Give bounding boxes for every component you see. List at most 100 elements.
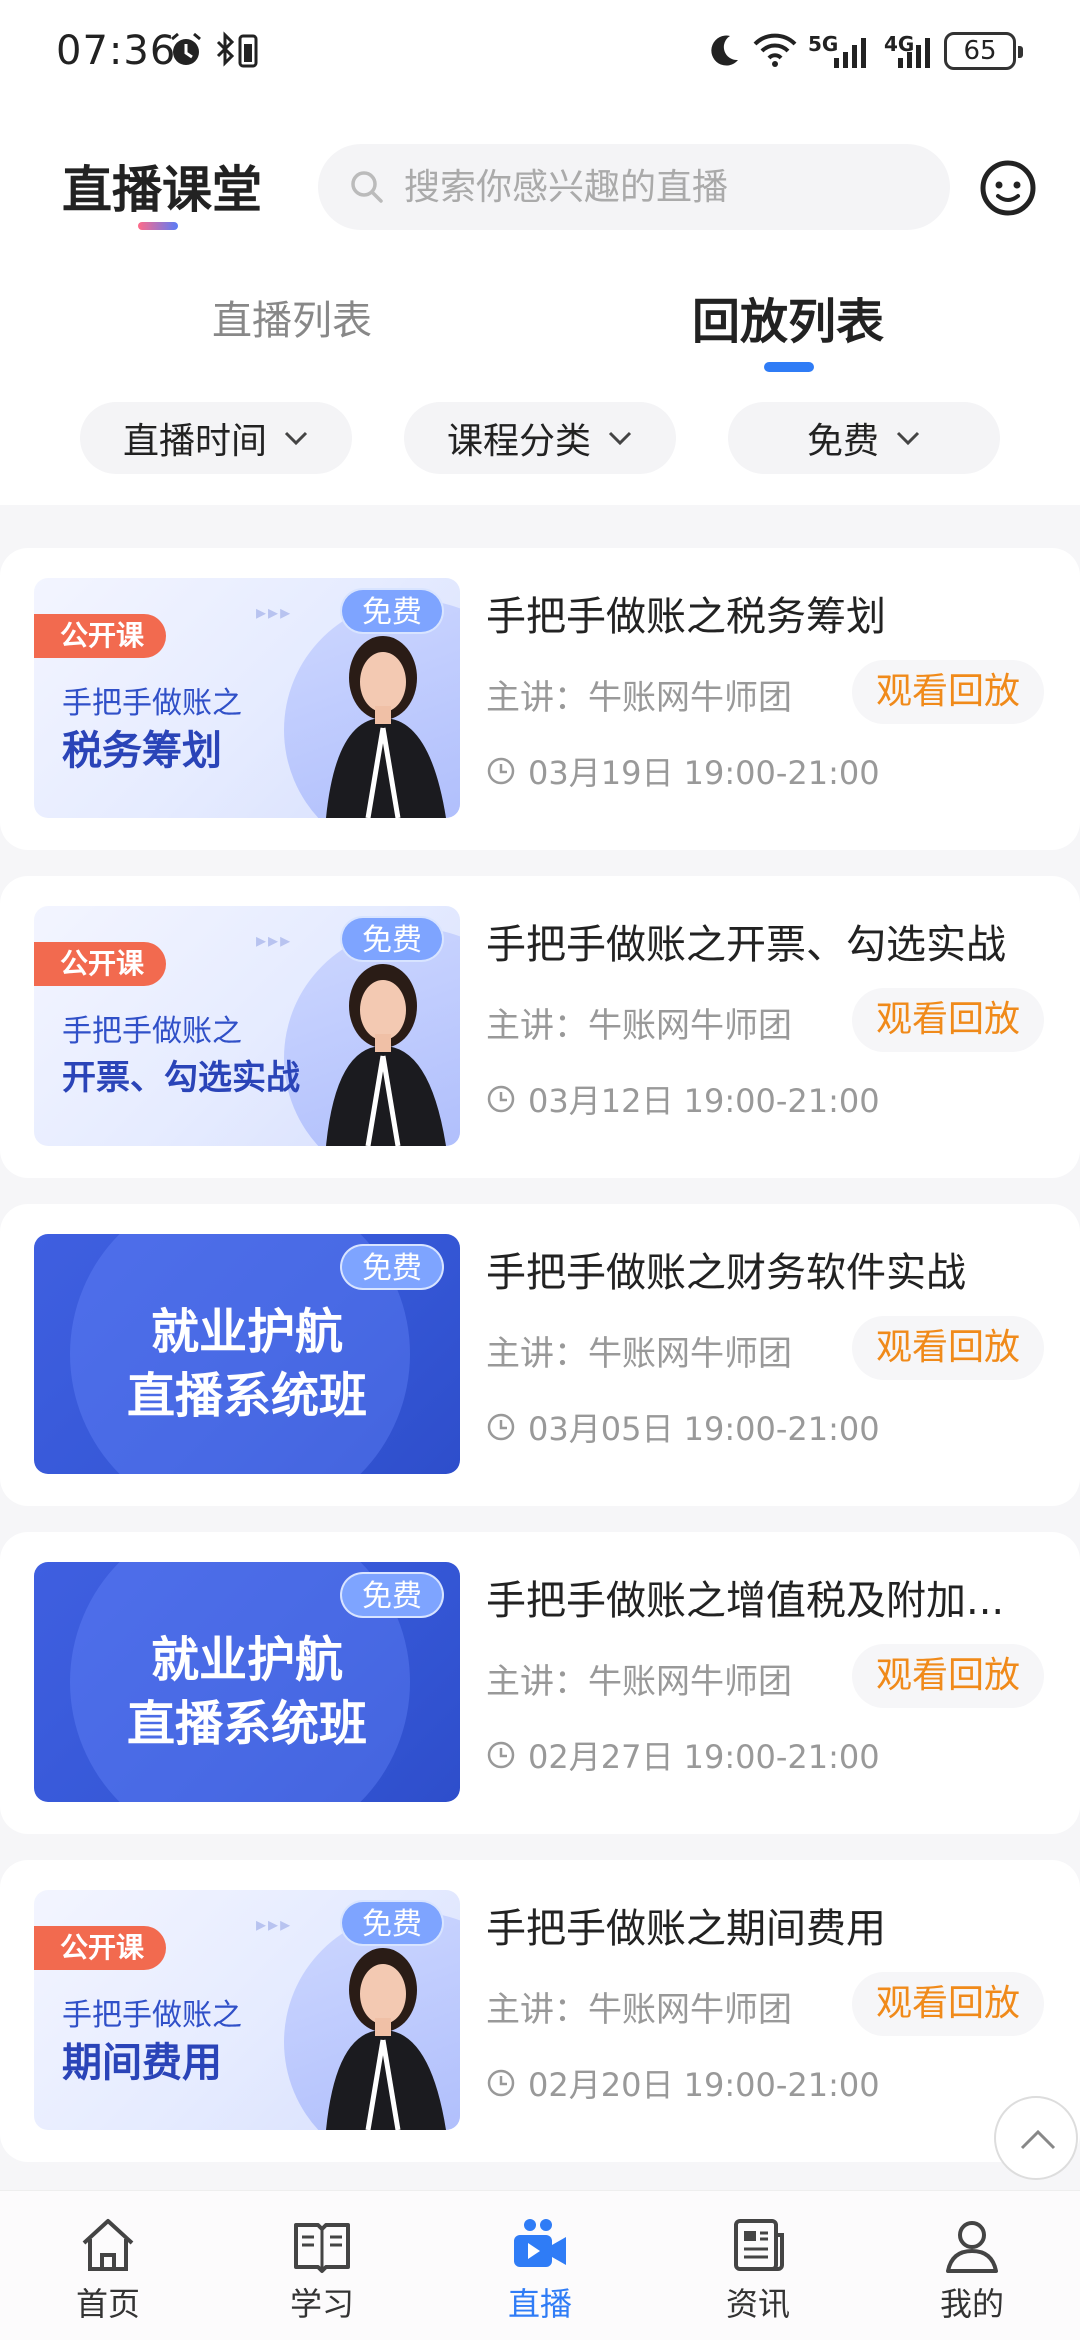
clock-icon xyxy=(487,1413,515,1441)
search-box[interactable] xyxy=(318,144,950,230)
free-badge: 免费 xyxy=(340,916,444,962)
nav-profile[interactable]: 我的 xyxy=(912,2213,1032,2325)
nav-label: 我的 xyxy=(939,2285,1004,2323)
course-time: 02月27日 19:00-21:00 xyxy=(528,1738,880,1776)
free-badge: 免费 xyxy=(340,588,444,634)
live-camera-icon xyxy=(514,2219,566,2267)
clock-icon xyxy=(487,1741,515,1769)
thumb-decoration: ▸▸▸ xyxy=(256,928,293,952)
nav-news[interactable]: 资讯 xyxy=(698,2213,818,2325)
chevron-down-icon xyxy=(896,431,920,446)
course-speaker: 主讲：牛账网牛师团 xyxy=(486,1990,792,2030)
thumb-main-title: 开票、勾选实战 xyxy=(62,1058,300,1098)
do-not-disturb-moon-icon xyxy=(711,35,738,66)
watch-replay-button[interactable]: 观看回放 xyxy=(852,1316,1044,1380)
course-title: 手把手做账之期间费用 xyxy=(486,1906,886,1952)
open-class-badge: 公开课 xyxy=(34,614,167,658)
course-speaker: 主讲：牛账网牛师团 xyxy=(486,678,792,718)
thumb-decoration: ▸▸▸ xyxy=(256,600,293,624)
course-thumbnail[interactable]: 就业护航 直播系统班 免费 xyxy=(34,1562,460,1802)
course-thumbnail[interactable]: ▸▸▸ 公开课 手把手做账之 期间费用 免费 xyxy=(34,1890,460,2130)
thumb-banner-line2: 直播系统班 xyxy=(126,1368,367,1424)
filter-course-category[interactable]: 课程分类 xyxy=(404,402,676,474)
course-thumbnail[interactable]: ▸▸▸ 公开课 手把手做账之 税务筹划 免费 xyxy=(34,578,460,818)
course-card[interactable]: ▸▸▸ 公开课 手把手做账之 开票、勾选实战 免费 手把手做账之开票、勾选实战 … xyxy=(0,876,1080,1178)
course-thumbnail[interactable]: ▸▸▸ 公开课 手把手做账之 开票、勾选实战 免费 xyxy=(34,906,460,1146)
thumb-main-title: 期间费用 xyxy=(62,2040,222,2086)
book-icon xyxy=(294,2223,350,2273)
tab-active-indicator xyxy=(764,362,814,372)
nav-live[interactable]: 直播 xyxy=(480,2213,600,2325)
filter-label: 免费 xyxy=(806,421,879,462)
course-time: 03月19日 19:00-21:00 xyxy=(528,754,880,792)
customer-service-icon[interactable] xyxy=(978,158,1038,218)
thumb-subtitle: 手把手做账之 xyxy=(62,1998,242,2033)
news-icon xyxy=(734,2219,784,2271)
nav-study[interactable]: 学习 xyxy=(262,2213,382,2325)
filter-price[interactable]: 免费 xyxy=(728,402,1000,474)
watch-replay-button[interactable]: 观看回放 xyxy=(852,1972,1044,2036)
course-time: 02月20日 19:00-21:00 xyxy=(528,2066,880,2104)
nav-label: 首页 xyxy=(75,2285,140,2323)
page-title: 直播课堂 xyxy=(62,161,262,219)
chevron-down-icon xyxy=(284,431,308,446)
open-class-badge: 公开课 xyxy=(34,1926,167,1970)
search-input[interactable] xyxy=(404,144,924,230)
home-icon xyxy=(82,2219,134,2271)
course-card[interactable]: 就业护航 直播系统班 免费 手把手做账之增值税及附加... 主讲：牛账网牛师团 … xyxy=(0,1532,1080,1834)
nav-label: 学习 xyxy=(289,2285,354,2323)
clock-icon xyxy=(487,757,515,785)
thumb-main-title: 税务筹划 xyxy=(62,728,222,774)
wifi-icon xyxy=(753,33,797,67)
bluetooth-battery-icon xyxy=(216,31,258,68)
course-title: 手把手做账之税务筹划 xyxy=(486,594,886,640)
free-badge: 免费 xyxy=(340,1244,444,1290)
nav-home[interactable]: 首页 xyxy=(48,2213,168,2325)
thumb-subtitle: 手把手做账之 xyxy=(62,1014,242,1049)
free-badge: 免费 xyxy=(340,1900,444,1946)
open-class-badge: 公开课 xyxy=(34,942,167,986)
course-time: 03月12日 19:00-21:00 xyxy=(528,1082,880,1120)
filter-label: 直播时间 xyxy=(122,421,267,462)
clock-icon xyxy=(487,2069,515,2097)
course-speaker: 主讲：牛账网牛师团 xyxy=(486,1006,792,1046)
filter-live-time[interactable]: 直播时间 xyxy=(80,402,352,474)
back-to-top-button[interactable] xyxy=(994,2096,1078,2180)
tab-replay-list[interactable]: 回放列表 xyxy=(692,282,884,352)
thumb-banner-line1: 就业护航 xyxy=(150,1304,343,1360)
signal-4g-icon xyxy=(898,38,930,68)
search-icon xyxy=(351,171,383,203)
tab-live-list[interactable]: 直播列表 xyxy=(212,288,372,346)
course-speaker: 主讲：牛账网牛师团 xyxy=(486,1334,792,1374)
watch-replay-button[interactable]: 观看回放 xyxy=(852,988,1044,1052)
thumb-banner-line1: 就业护航 xyxy=(150,1632,343,1688)
signal-5g-icon xyxy=(834,38,866,68)
nav-label: 直播 xyxy=(507,2285,572,2323)
course-card[interactable]: 就业护航 直播系统班 免费 手把手做账之财务软件实战 主讲：牛账网牛师团 观看回… xyxy=(0,1204,1080,1506)
chevron-down-icon xyxy=(608,431,632,446)
course-title: 手把手做账之增值税及附加... xyxy=(486,1578,1005,1624)
status-time: 07:36 xyxy=(56,28,177,74)
nav-label: 资讯 xyxy=(725,2285,790,2323)
thumb-subtitle: 手把手做账之 xyxy=(62,686,242,721)
course-card[interactable]: ▸▸▸ 公开课 手把手做账之 税务筹划 免费 手把手做账之税务筹划 主讲：牛账网… xyxy=(0,548,1080,850)
watch-replay-button[interactable]: 观看回放 xyxy=(852,1644,1044,1708)
battery-indicator: 65 xyxy=(944,32,1023,70)
thumb-decoration: ▸▸▸ xyxy=(256,1912,293,1936)
course-thumbnail[interactable]: 就业护航 直播系统班 免费 xyxy=(34,1234,460,1474)
alarm-icon xyxy=(171,32,201,65)
bottom-nav: 首页 学习 直播 资讯 我的 xyxy=(0,2190,1080,2340)
free-badge: 免费 xyxy=(340,1572,444,1618)
status-bar: 07:36 5G 4G 65 xyxy=(0,0,1080,110)
clock-icon xyxy=(487,1085,515,1113)
filter-label: 课程分类 xyxy=(446,421,591,462)
title-underline xyxy=(138,222,178,230)
thumb-banner-line2: 直播系统班 xyxy=(126,1696,367,1752)
course-time: 03月05日 19:00-21:00 xyxy=(528,1410,880,1448)
chevron-up-icon xyxy=(1020,2129,1056,2150)
profile-icon xyxy=(946,2221,998,2273)
watch-replay-button[interactable]: 观看回放 xyxy=(852,660,1044,724)
course-title: 手把手做账之财务软件实战 xyxy=(486,1250,966,1296)
course-card[interactable]: ▸▸▸ 公开课 手把手做账之 期间费用 免费 手把手做账之期间费用 主讲：牛账网… xyxy=(0,1860,1080,2162)
course-title: 手把手做账之开票、勾选实战 xyxy=(486,922,1006,968)
